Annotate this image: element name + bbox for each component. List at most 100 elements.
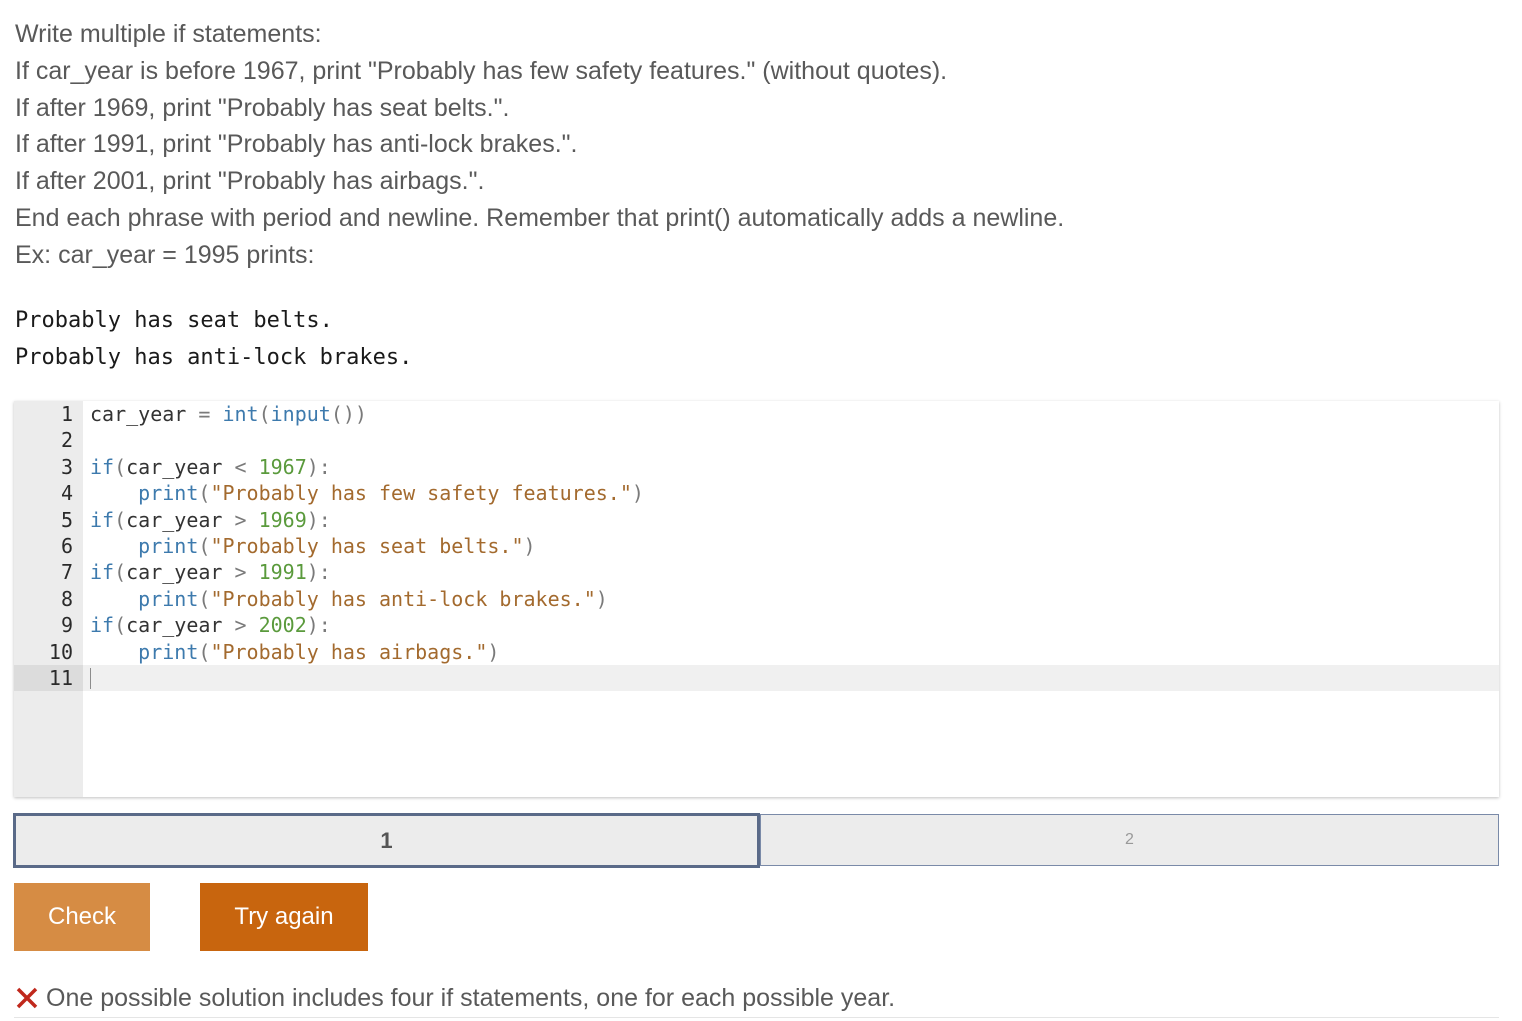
code-editor[interactable]: 1 car_year = int(input()) 2 3 if(car_year < … [14, 401, 1499, 797]
code-token: 1967 [258, 454, 307, 479]
code-token: ( [114, 560, 127, 585]
line-number: 6 [60, 533, 73, 558]
line-number: 5 [60, 507, 73, 532]
line-number: 3 [60, 454, 73, 479]
code-token: ()) [330, 402, 367, 426]
code-token: ): [306, 454, 331, 479]
sample-output-line: Probably has seat belts. [15, 308, 333, 333]
tab-1[interactable]: 1 [13, 813, 760, 868]
code-text[interactable]: print("Probably has anti-lock brakes.") [90, 586, 608, 612]
code-token: ( [258, 402, 271, 426]
code-token: > [222, 560, 259, 585]
check-button[interactable]: Check [14, 883, 150, 951]
code-token: ( [198, 533, 211, 558]
code-line[interactable]: 11 [14, 664, 1499, 692]
code-text[interactable]: print("Probably has airbags.") [90, 639, 499, 665]
code-token: int [222, 402, 259, 426]
code-line[interactable]: 4 print("Probably has few safety feature… [14, 480, 1499, 506]
code-token: print [138, 586, 199, 611]
code-token: "Probably has seat belts." [210, 533, 524, 558]
code-line[interactable]: 3 if(car_year < 1967): [14, 454, 1499, 480]
try-again-button[interactable]: Try again [200, 883, 368, 951]
code-token: ) [595, 586, 608, 611]
code-token: car_year [126, 454, 223, 479]
instructions: Write multiple if statements: If car_yea… [15, 16, 1064, 274]
code-token: if [90, 454, 115, 479]
x-icon [16, 987, 38, 1009]
code-token: print [138, 639, 199, 664]
line-number: 8 [60, 586, 73, 611]
code-token: "Probably has few safety features." [210, 481, 632, 506]
test-tabs: 1 2 [13, 813, 1499, 868]
code-token: ): [306, 507, 331, 532]
code-token: ( [114, 507, 127, 532]
code-text[interactable]: if(car_year > 1969): [90, 507, 331, 533]
feedback-text: One possible solution includes four if s… [46, 983, 896, 1012]
sample-output: Probably has seat belts. Probably has an… [15, 302, 412, 376]
instruction-line: If after 2001, print "Probably has airba… [15, 167, 485, 196]
feedback-message: One possible solution includes four if s… [14, 980, 895, 1016]
line-number: 9 [60, 613, 73, 638]
code-text[interactable]: if(car_year > 2002): [90, 612, 331, 638]
code-text[interactable]: car_year = int(input()) [90, 401, 367, 427]
code-token: > [222, 613, 259, 638]
code-line[interactable]: 5 if(car_year > 1969): [14, 507, 1499, 533]
code-token: print [138, 533, 199, 558]
sample-output-line: Probably has anti-lock brakes. [15, 345, 413, 370]
code-token: car_year [90, 402, 187, 426]
code-token: ( [198, 586, 211, 611]
code-token: ): [306, 613, 331, 638]
code-text[interactable]: print("Probably has few safety features.… [90, 480, 644, 506]
code-token: 1991 [258, 560, 307, 585]
code-token: print [138, 481, 199, 506]
tab-2[interactable]: 2 [760, 814, 1499, 866]
code-line[interactable]: 1 car_year = int(input()) [14, 401, 1499, 427]
instruction-line: If car_year is before 1967, print "Proba… [15, 56, 948, 85]
code-token: > [222, 507, 259, 532]
code-token: if [90, 560, 115, 585]
code-token: = [186, 402, 223, 426]
line-number: 10 [48, 639, 73, 664]
code-line[interactable]: 7 if(car_year > 1991): [14, 559, 1499, 585]
instruction-line: If after 1969, print "Probably has seat … [15, 93, 510, 122]
code-token: "Probably has anti-lock brakes." [210, 586, 596, 611]
instruction-line: Write multiple if statements: [15, 20, 322, 48]
code-lines[interactable]: 1 car_year = int(input()) 2 3 if(car_year < … [14, 401, 1499, 692]
code-token: 1969 [258, 507, 307, 532]
code-token: car_year [126, 507, 223, 532]
code-token: ( [114, 454, 127, 479]
code-token: ( [198, 481, 211, 506]
instruction-line: Ex: car_year = 1995 prints: [15, 240, 315, 269]
code-text[interactable]: print("Probably has seat belts.") [90, 533, 536, 559]
code-text[interactable]: if(car_year > 1991): [90, 559, 331, 585]
code-token: if [90, 507, 115, 532]
instruction-line: End each phrase with period and newline.… [15, 203, 1065, 232]
code-token: car_year [126, 560, 223, 585]
code-token: input [270, 402, 331, 426]
code-line[interactable]: 9 if(car_year > 2002): [14, 612, 1499, 638]
code-text[interactable]: if(car_year < 1967): [90, 454, 331, 480]
instruction-line: If after 1991, print "Probably has anti-… [15, 130, 578, 159]
feedback-divider [14, 1017, 1499, 1018]
code-token: ) [523, 533, 536, 558]
code-token: ( [114, 613, 127, 638]
code-token: 2002 [258, 613, 307, 638]
line-number: 2 [60, 428, 73, 453]
line-number: 1 [60, 402, 73, 426]
code-token: ) [487, 639, 500, 664]
code-line[interactable]: 8 print("Probably has anti-lock brakes."… [14, 586, 1499, 612]
code-token: if [90, 613, 115, 638]
text-cursor [90, 667, 91, 689]
line-number: 7 [60, 560, 73, 585]
line-number: 4 [60, 481, 73, 506]
code-line[interactable]: 2 [14, 427, 1499, 453]
code-line[interactable]: 10 print("Probably has airbags.") [14, 639, 1499, 665]
line-number: 11 [14, 664, 83, 692]
code-token: ( [198, 639, 211, 664]
code-token: "Probably has airbags." [210, 639, 488, 664]
code-token: car_year [126, 613, 223, 638]
code-line[interactable]: 6 print("Probably has seat belts.") [14, 533, 1499, 559]
